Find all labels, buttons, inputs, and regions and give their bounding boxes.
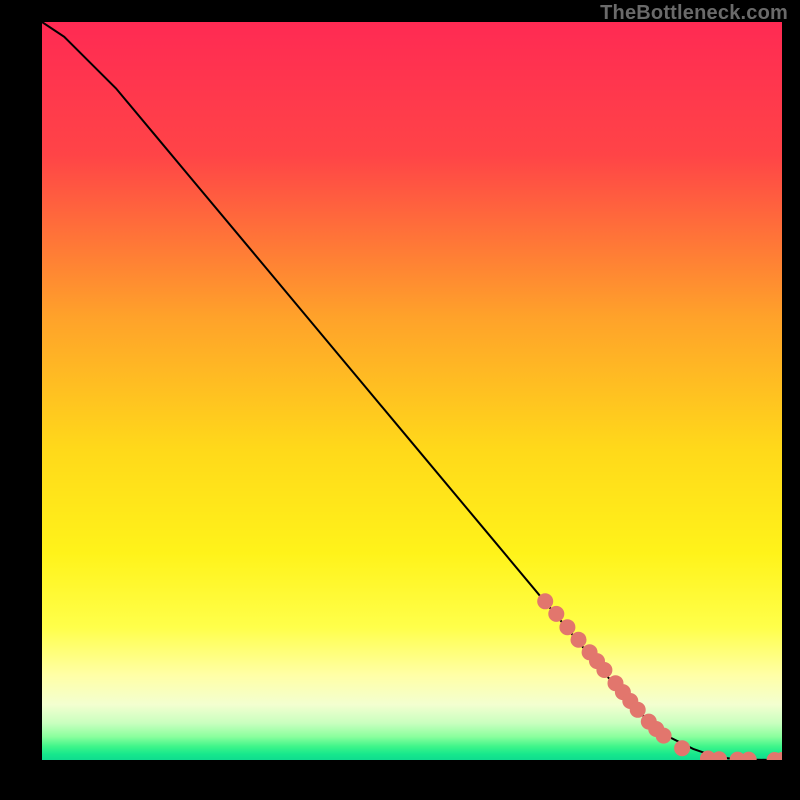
chart-frame: TheBottleneck.com (0, 0, 800, 800)
highlight-dot (571, 632, 587, 648)
highlight-dot (559, 619, 575, 635)
highlight-dot (656, 728, 672, 744)
chart-svg (42, 22, 782, 760)
highlight-dot (548, 606, 564, 622)
highlight-dot (630, 702, 646, 718)
highlight-dot (537, 593, 553, 609)
plot-area (42, 22, 782, 760)
highlight-dot (596, 662, 612, 678)
highlight-dot (674, 740, 690, 756)
